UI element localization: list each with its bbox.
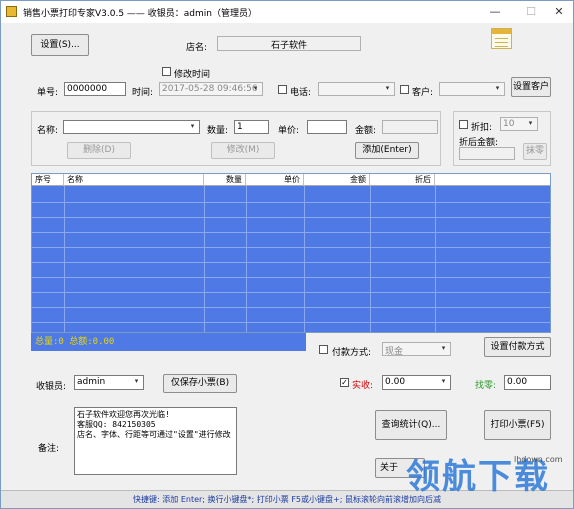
col-amount[interactable]: 金额 [304,174,370,186]
notes-label: 备注: [38,444,60,454]
watermark-url: lhdown.com [514,455,563,464]
grid-header: 序号 名称 数量 单价 金额 折后 [32,174,550,186]
customer-combo[interactable]: ▾ [439,82,505,96]
items-grid[interactable]: 序号 名称 数量 单价 金额 折后 [31,173,551,333]
payment-method-combo[interactable]: 现金 ▾ [382,342,451,356]
discount-combo[interactable]: 10 ▾ [500,117,538,131]
discount-checkbox[interactable] [459,120,468,129]
grid-row-divider [32,262,550,263]
qty-field[interactable]: 1 [234,120,269,134]
order-no-field[interactable]: 0000000 [64,82,126,96]
payment-method-checkbox[interactable] [319,345,328,354]
grid-row-divider [32,322,550,323]
amount-label: 金额: [355,126,377,136]
order-no-label: 单号: [37,88,59,98]
grid-col-divider [204,186,205,332]
paid-label: 实收: [352,381,374,391]
chevron-down-icon: ▾ [253,84,258,92]
cashier-label: 收银员: [36,382,67,392]
watermark-logo: 领航下载 lhdown.com [406,449,574,497]
grid-row-divider [32,217,550,218]
summary-bar: 总量:0 总额:0.00 [31,333,306,351]
time-label: 时间: [132,88,154,98]
col-name[interactable]: 名称 [64,174,204,186]
main-window: 销售小票打印专家V3.0.5 —— 收银员：admin（管理员） — ☐ ✕ 设… [0,0,574,509]
customer-label: 客户: [412,88,434,98]
grid-col-divider [246,186,247,332]
query-stats-button[interactable]: 查询统计(Q)... [375,410,447,440]
change-label: 找零: [475,381,497,391]
grid-col-divider [370,186,371,332]
chevron-down-icon: ▾ [385,84,390,92]
window-title: 销售小票打印专家V3.0.5 —— 收银员：admin（管理员） [23,9,257,19]
col-index[interactable]: 序号 [32,174,64,186]
settings-button[interactable]: 设置(S)... [31,34,89,56]
print-receipt-button[interactable]: 打印小票(F5) [484,410,551,440]
chevron-down-icon: ▾ [495,84,500,92]
paid-checkbox[interactable]: ✓ [340,378,349,387]
maximize-button[interactable]: ☐ [521,4,541,20]
phone-label: 电话: [290,88,312,98]
time-value: 2017-05-28 09:46:56 [162,84,258,94]
col-price[interactable]: 单价 [246,174,304,186]
payment-method-label: 付款方式: [332,348,372,358]
grid-col-divider [435,186,436,332]
item-name-combo[interactable]: ▾ [63,120,200,134]
phone-checkbox[interactable] [278,85,287,94]
modify-time-checkbox[interactable] [162,67,171,76]
store-label: 店名: [186,43,208,53]
grid-row-divider [32,202,550,203]
delete-button[interactable]: 删除(D) [67,142,131,159]
col-qty[interactable]: 数量 [204,174,246,186]
price-field[interactable] [307,120,347,134]
grid-row-divider [32,292,550,293]
discount-value: 10 [503,119,515,129]
qty-label: 数量: [207,126,229,136]
payment-method-value: 现金 [385,347,404,356]
add-button[interactable]: 添加(Enter) [355,142,419,159]
chevron-down-icon: ▾ [190,122,195,130]
round-button[interactable]: 抹零 [523,143,547,160]
minimize-button[interactable]: — [485,4,505,20]
app-icon [6,6,17,17]
cashier-combo[interactable]: admin ▾ [74,375,144,390]
amount-field [382,120,438,134]
after-discount-field [459,147,515,160]
change-field[interactable]: 0.00 [504,375,551,390]
grid-col-divider [304,186,305,332]
price-label: 单价: [278,126,300,136]
cashier-value: admin [77,377,106,387]
grid-row-divider [32,307,550,308]
modify-button[interactable]: 修改(M) [211,142,275,159]
grid-row-divider [32,232,550,233]
customer-checkbox[interactable] [400,85,409,94]
close-button[interactable]: ✕ [549,4,569,20]
save-only-button[interactable]: 仅保存小票(B) [163,374,237,393]
phone-combo[interactable]: ▾ [318,82,395,96]
grid-row-divider [32,247,550,248]
title-bar: 销售小票打印专家V3.0.5 —— 收银员：admin（管理员） — ☐ ✕ [1,1,573,23]
set-payment-method-button[interactable]: 设置付款方式 [484,337,551,357]
chevron-down-icon: ▾ [528,119,533,127]
grid-row-divider [32,277,550,278]
set-customer-button[interactable]: 设置客户 [511,77,551,97]
paid-combo[interactable]: 0.00 ▾ [382,375,451,390]
store-name-field[interactable]: 石子软件 [217,36,361,51]
chevron-down-icon: ▾ [134,377,139,385]
chevron-down-icon: ▾ [441,344,446,352]
discount-label: 折扣: [471,123,493,133]
item-name-label: 名称: [37,126,59,136]
chevron-down-icon: ▾ [441,377,446,385]
col-discounted[interactable]: 折后 [370,174,435,186]
modify-time-label: 修改时间 [174,70,211,80]
paid-value: 0.00 [385,377,406,387]
time-combo[interactable]: 2017-05-28 09:46:56 ▾ [159,82,263,96]
calendar-icon[interactable] [491,28,512,49]
grid-col-divider [64,186,65,332]
notes-textarea[interactable] [74,407,237,475]
